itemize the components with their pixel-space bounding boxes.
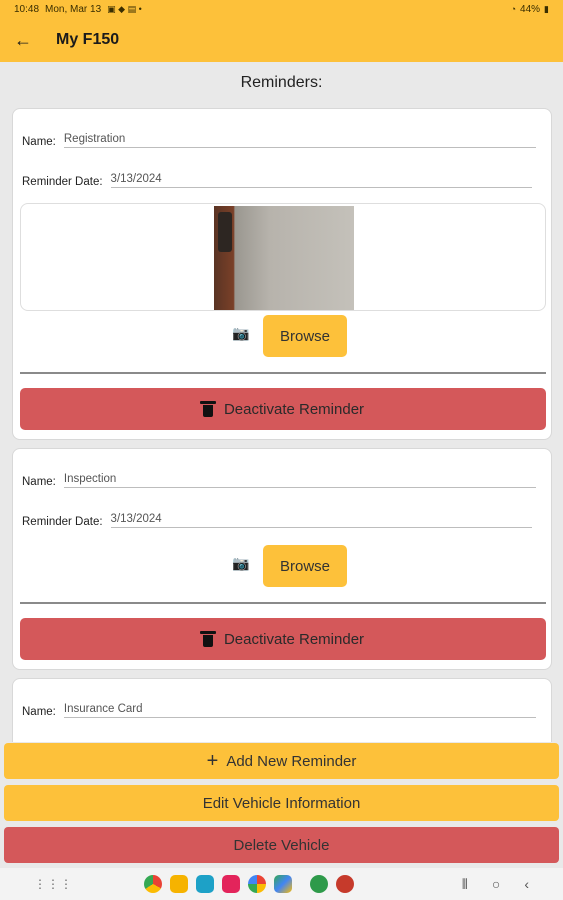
reminder-date-label: Reminder Date: bbox=[22, 516, 103, 528]
name-label: Name: bbox=[22, 706, 56, 718]
reminder-date-input[interactable]: 3/13/2024 bbox=[110, 513, 532, 528]
reminder-card: Name: Registration Reminder Date: 3/13/2… bbox=[12, 108, 552, 440]
date-field-row: Reminder Date: 3/13/2024 bbox=[22, 513, 532, 528]
name-input[interactable]: Registration bbox=[63, 133, 536, 148]
name-label: Name: bbox=[22, 136, 56, 148]
camera-icon[interactable]: 📷 bbox=[232, 325, 249, 342]
media-icon[interactable] bbox=[222, 875, 240, 893]
system-nav-bar: ⋮⋮⋮ ⦀ ○ ‹ bbox=[0, 868, 563, 900]
divider bbox=[20, 372, 546, 374]
deactivate-reminder-button[interactable]: Deactivate Reminder bbox=[20, 388, 546, 430]
name-field-row: Name: Registration bbox=[22, 133, 536, 148]
battery-level: 44% bbox=[520, 3, 541, 15]
divider bbox=[20, 602, 546, 604]
page-title: My F150 bbox=[56, 31, 120, 48]
status-date: Mon, Mar 13 bbox=[45, 3, 102, 15]
deactivate-label: Deactivate Reminder bbox=[223, 400, 365, 418]
browse-button[interactable]: Browse bbox=[263, 545, 347, 587]
plus-icon: + bbox=[206, 750, 219, 772]
add-new-reminder-button[interactable]: + Add New Reminder bbox=[4, 743, 559, 779]
reminder-card: Name: Inspection Reminder Date: 3/13/202… bbox=[12, 448, 552, 670]
name-input[interactable]: Insurance Card bbox=[63, 703, 536, 718]
app-icon[interactable] bbox=[310, 875, 328, 893]
name-input[interactable]: Inspection bbox=[63, 473, 536, 488]
date-field-row: Reminder Date: 3/13/2024 bbox=[22, 173, 532, 188]
photos-icon[interactable] bbox=[248, 875, 266, 893]
add-reminder-label: Add New Reminder bbox=[226, 752, 357, 770]
notification-icons: ▣ ◆ ▤ • bbox=[107, 3, 142, 14]
calendar-icon[interactable] bbox=[196, 875, 214, 893]
edit-vehicle-button[interactable]: Edit Vehicle Information bbox=[4, 785, 559, 821]
app-bar: ← My F150 bbox=[0, 18, 563, 62]
bottom-actions: + Add New Reminder Edit Vehicle Informat… bbox=[0, 742, 563, 866]
trash-icon bbox=[199, 631, 216, 647]
wifi-icon: ◔ bbox=[510, 4, 517, 14]
reminder-photo[interactable] bbox=[214, 206, 354, 310]
home-icon[interactable]: ○ bbox=[492, 876, 500, 893]
section-title: Reminders: bbox=[240, 74, 323, 91]
deactivate-reminder-button[interactable]: Deactivate Reminder bbox=[20, 618, 546, 660]
reminder-date-input[interactable]: 3/13/2024 bbox=[110, 173, 532, 188]
deactivate-label: Deactivate Reminder bbox=[223, 630, 365, 648]
name-field-row: Name: Inspection bbox=[22, 473, 536, 488]
reminder-date-label: Reminder Date: bbox=[22, 176, 103, 188]
name-field-row: Name: Insurance Card bbox=[22, 703, 536, 718]
files-icon[interactable] bbox=[170, 875, 188, 893]
nav-controls: ⦀ ○ ‹ bbox=[462, 876, 529, 893]
app-drawer-icon[interactable]: ⋮⋮⋮ bbox=[34, 877, 72, 891]
reminders-scroll-area[interactable]: Reminders: Name: Registration Reminder D… bbox=[0, 62, 563, 742]
recents-icon[interactable]: ⦀ bbox=[462, 876, 468, 893]
status-bar: 10:48 Mon, Mar 13 ▣ ◆ ▤ • ◔ 44% ▮ bbox=[0, 0, 563, 18]
name-label: Name: bbox=[22, 476, 56, 488]
battery-icon: ▮ bbox=[544, 3, 549, 14]
status-time: 10:48 bbox=[14, 3, 40, 15]
back-icon[interactable]: ‹ bbox=[524, 876, 529, 893]
delete-vehicle-button[interactable]: Delete Vehicle bbox=[4, 827, 559, 863]
reminder-card: Name: Insurance Card bbox=[12, 678, 552, 742]
camera-icon[interactable]: 📷 bbox=[232, 555, 249, 572]
chrome-icon[interactable] bbox=[144, 875, 162, 893]
play-store-icon[interactable] bbox=[274, 875, 292, 893]
browse-button[interactable]: Browse bbox=[263, 315, 347, 357]
trash-icon bbox=[199, 401, 216, 417]
photo-box bbox=[20, 203, 546, 311]
back-arrow-icon[interactable]: ← bbox=[14, 30, 44, 51]
app-dock bbox=[144, 875, 354, 893]
app-icon[interactable] bbox=[336, 875, 354, 893]
